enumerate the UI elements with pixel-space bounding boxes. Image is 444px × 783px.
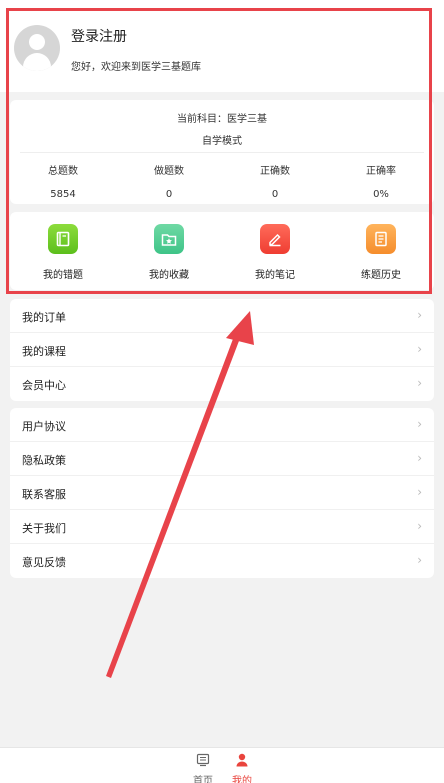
stat-value: 0	[271, 189, 279, 200]
stats-card: 当前科目：医学三基 自学模式 总题数 5854 做题数 0 正确数 0 正确率 …	[10, 100, 434, 204]
tool-wrong-questions[interactable]: 我的错题	[10, 224, 116, 281]
menu-item-contact-support[interactable]: 联系客服 ›	[10, 476, 434, 510]
study-mode[interactable]: 自学模式	[10, 132, 434, 147]
stat-label: 总题数	[48, 166, 78, 177]
chevron-right-icon: ›	[417, 308, 422, 322]
stat-label: 做题数	[154, 166, 184, 177]
chevron-right-icon: ›	[417, 553, 422, 567]
tools-card: 我的错题 我的收藏 我的笔记 练题历史	[10, 212, 434, 290]
menu-item-label: 用户协议	[22, 420, 66, 433]
avatar[interactable]	[14, 25, 60, 71]
menu-item-user-agreement[interactable]: 用户协议 ›	[10, 408, 434, 442]
menu-item-label: 关于我们	[22, 522, 66, 535]
notebook-icon	[48, 224, 78, 254]
stat-value: 5854	[50, 189, 76, 200]
avatar-head	[29, 34, 45, 50]
tab-home[interactable]: 首页	[183, 752, 223, 783]
stat-label: 正确率	[366, 166, 396, 177]
chevron-right-icon: ›	[417, 519, 422, 533]
chevron-right-icon: ›	[417, 376, 422, 390]
avatar-body	[23, 53, 51, 71]
chevron-right-icon: ›	[417, 342, 422, 356]
document-icon	[366, 224, 396, 254]
menu-item-privacy-policy[interactable]: 隐私政策 ›	[10, 442, 434, 476]
tool-practice-history[interactable]: 练题历史	[328, 224, 434, 281]
star-folder-icon	[154, 224, 184, 254]
login-register-link[interactable]: 登录注册	[71, 26, 127, 46]
tool-favorites[interactable]: 我的收藏	[116, 224, 222, 281]
account-menu: 我的订单 › 我的课程 › 会员中心 ›	[10, 299, 434, 401]
bottom-tab-bar: 首页 我的	[0, 747, 444, 783]
menu-item-feedback[interactable]: 意见反馈 ›	[10, 544, 434, 578]
user-icon	[236, 753, 248, 767]
stat-correct: 正确数 0	[222, 162, 328, 200]
tab-me[interactable]: 我的	[222, 752, 262, 783]
info-menu: 用户协议 › 隐私政策 › 联系客服 › 关于我们 › 意见反馈 ›	[10, 408, 434, 578]
menu-item-label: 我的课程	[22, 345, 66, 358]
menu-item-about-us[interactable]: 关于我们 ›	[10, 510, 434, 544]
tool-label: 练题历史	[361, 270, 401, 281]
tab-label: 我的	[232, 776, 252, 783]
tool-label: 我的笔记	[255, 270, 295, 281]
home-icon	[196, 753, 210, 767]
chevron-right-icon: ›	[417, 451, 422, 465]
menu-item-courses[interactable]: 我的课程 ›	[10, 333, 434, 367]
menu-item-membership[interactable]: 会员中心 ›	[10, 367, 434, 401]
stat-value: 0	[165, 189, 173, 200]
chevron-right-icon: ›	[417, 417, 422, 431]
stat-answered: 做题数 0	[116, 162, 222, 200]
tool-notes[interactable]: 我的笔记	[222, 224, 328, 281]
menu-item-label: 隐私政策	[22, 454, 66, 467]
divider	[20, 152, 424, 153]
stat-accuracy: 正确率 0%	[328, 162, 434, 200]
menu-item-label: 我的订单	[22, 311, 66, 324]
welcome-text: 您好，欢迎来到医学三基题库	[71, 62, 201, 73]
chevron-right-icon: ›	[417, 485, 422, 499]
stat-total-questions: 总题数 5854	[10, 162, 116, 200]
tool-label: 我的错题	[43, 270, 83, 281]
pencil-icon	[260, 224, 290, 254]
profile-header[interactable]: 登录注册 您好，欢迎来到医学三基题库	[0, 0, 444, 92]
menu-item-label: 联系客服	[22, 488, 66, 501]
current-subject[interactable]: 当前科目：医学三基	[10, 110, 434, 125]
tool-label: 我的收藏	[149, 270, 189, 281]
stat-label: 正确数	[260, 166, 290, 177]
menu-item-orders[interactable]: 我的订单 ›	[10, 299, 434, 333]
tab-label: 首页	[193, 776, 213, 783]
menu-item-label: 意见反馈	[22, 556, 66, 569]
menu-item-label: 会员中心	[22, 379, 66, 392]
stat-value: 0%	[373, 189, 389, 200]
